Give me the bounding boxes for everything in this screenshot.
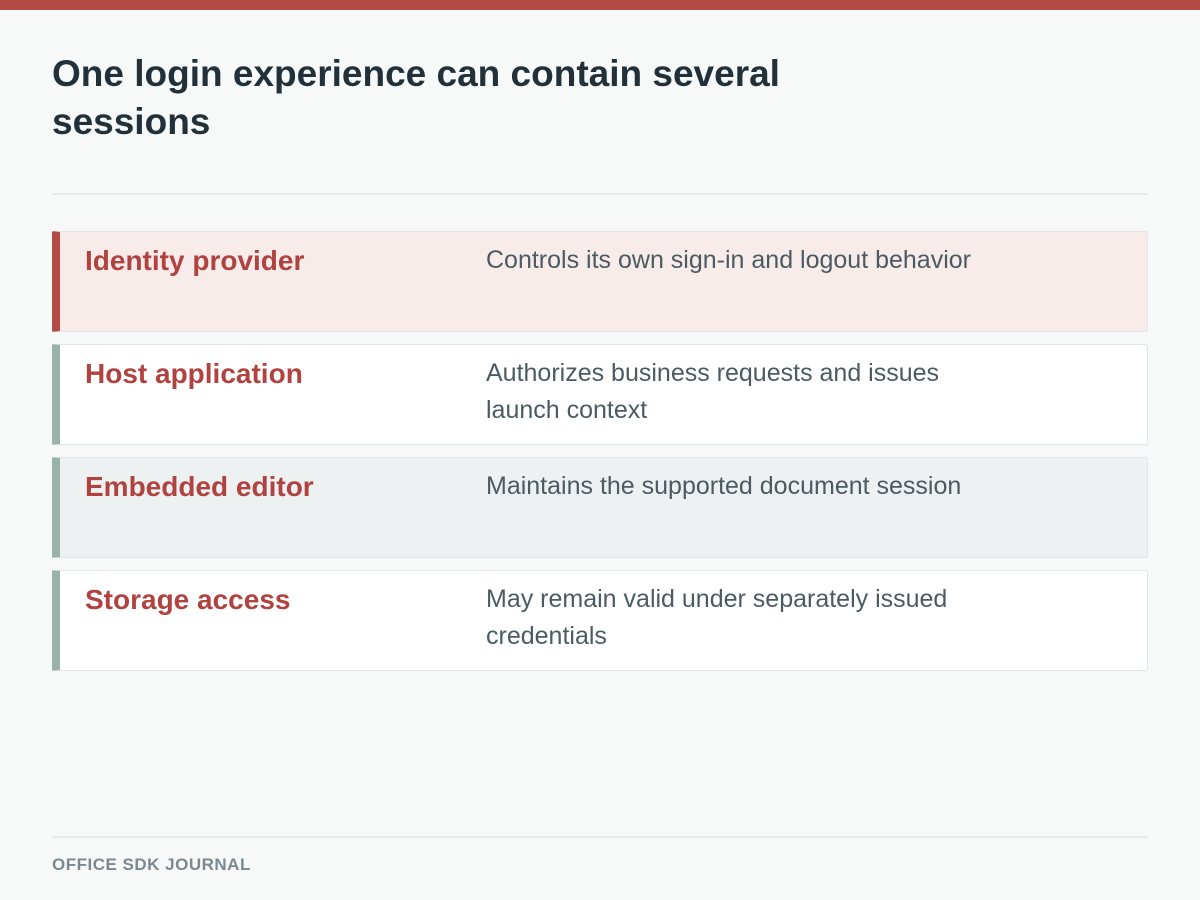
session-list: Identity provider Controls its own sign-… [52, 231, 1148, 683]
title-divider [52, 193, 1148, 195]
top-accent-bar [0, 0, 1200, 10]
session-row-description: May remain valid under separately issued… [486, 585, 948, 650]
session-row-label: Host application [85, 358, 303, 389]
session-row-identity-provider: Identity provider Controls its own sign-… [52, 231, 1148, 332]
session-row-label: Embedded editor [85, 471, 314, 502]
session-row-label: Identity provider [85, 245, 305, 276]
session-row-embedded-editor: Embedded editor Maintains the supported … [52, 457, 1148, 558]
session-row-description: Controls its own sign-in and logout beha… [486, 246, 971, 274]
session-row-description: Maintains the supported document session [486, 472, 962, 500]
footer-publication-name: OFFICE SDK JOURNAL [52, 855, 251, 874]
session-row-host-application: Host application Authorizes business req… [52, 344, 1148, 445]
session-row-description: Authorizes business requests and issues … [486, 359, 940, 424]
footer-divider [52, 836, 1148, 838]
session-row-label: Storage access [85, 584, 291, 615]
session-row-storage-access: Storage access May remain valid under se… [52, 570, 1148, 671]
page-title: One login experience can contain several… [52, 53, 780, 142]
